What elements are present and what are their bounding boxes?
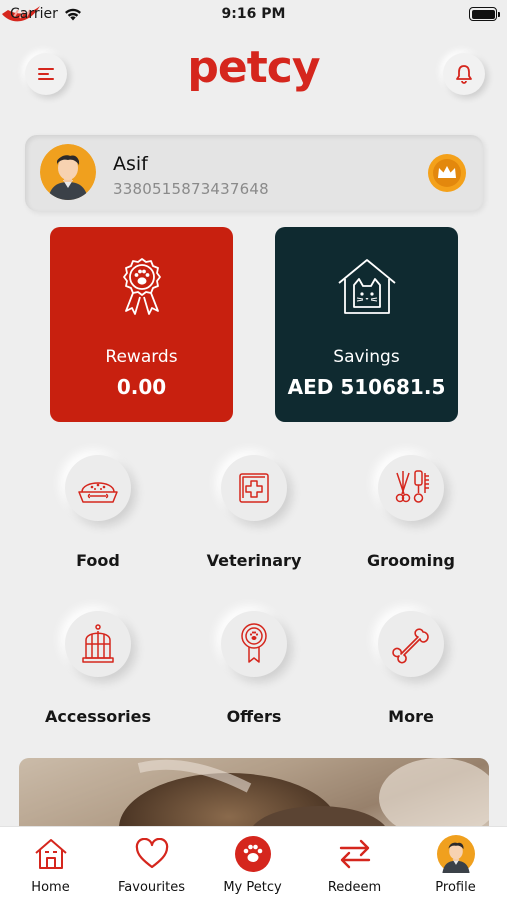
first-aid-icon [239,473,269,503]
category-food[interactable]: Food [18,455,178,570]
status-bar: Carrier 9:16 PM [0,0,507,30]
offer-badge-icon [241,623,267,663]
savings-value: AED 510681.5 [287,375,446,399]
notifications-button[interactable] [443,53,485,95]
paw-icon [234,836,271,872]
avatar-icon [40,144,96,200]
nav-home[interactable]: Home [0,835,101,895]
category-more[interactable]: More [331,611,491,726]
nav-label: Redeem [327,880,382,895]
bone-icon [392,628,429,664]
rewards-label: Rewards [105,347,178,367]
profile-card[interactable]: Asif 3380515873437648 [25,135,483,211]
nav-label: Favourites [118,880,185,895]
grooming-tools-icon [395,470,429,503]
crown-icon[interactable] [427,153,467,193]
rewards-value: 0.00 [116,375,167,399]
nav-favourites[interactable]: Favourites [101,835,202,895]
status-time: 9:16 PM [221,6,286,22]
savings-label: Savings [333,347,400,367]
category-accessories[interactable]: Accessories [18,611,178,726]
category-label: Food [76,551,120,570]
category-label: More [388,707,434,726]
category-label: Accessories [45,707,151,726]
profile-name: Asif [113,153,148,175]
heart-icon [135,838,168,869]
nav-label: Home [31,880,70,895]
nav-profile[interactable]: Profile [405,835,506,895]
nav-my-petcy[interactable]: My Petcy [202,835,303,895]
cat-house-icon [337,259,396,314]
nav-redeem[interactable]: Redeem [304,835,405,895]
app-logo: petcy [0,42,507,93]
nav-label: My Petcy [223,880,282,895]
paw-ribbon-icon [122,258,161,315]
category-label: Offers [226,707,282,726]
member-id: 3380515873437648 [113,180,269,198]
category-label: Grooming [366,551,455,570]
avatar-icon [436,835,475,873]
nav-label: Profile [435,880,476,895]
avatar [40,144,96,200]
bird-cage-icon [82,624,114,663]
bottom-nav: Home Favourites My Petcy Redeem Profile [0,826,507,900]
rewards-card[interactable]: Rewards 0.00 [50,227,233,422]
category-grooming[interactable]: Grooming [331,455,491,570]
swap-arrows-icon [339,839,370,869]
logo-text: petcy [187,42,320,93]
battery-icon [469,7,500,21]
savings-card[interactable]: Savings AED 510681.5 [275,227,458,422]
category-veterinary[interactable]: Veterinary [174,455,334,570]
category-label: Veterinary [206,551,302,570]
category-offers[interactable]: Offers [174,611,334,726]
home-icon [34,839,67,869]
bell-icon [456,65,472,84]
food-bowl-icon [78,482,118,503]
